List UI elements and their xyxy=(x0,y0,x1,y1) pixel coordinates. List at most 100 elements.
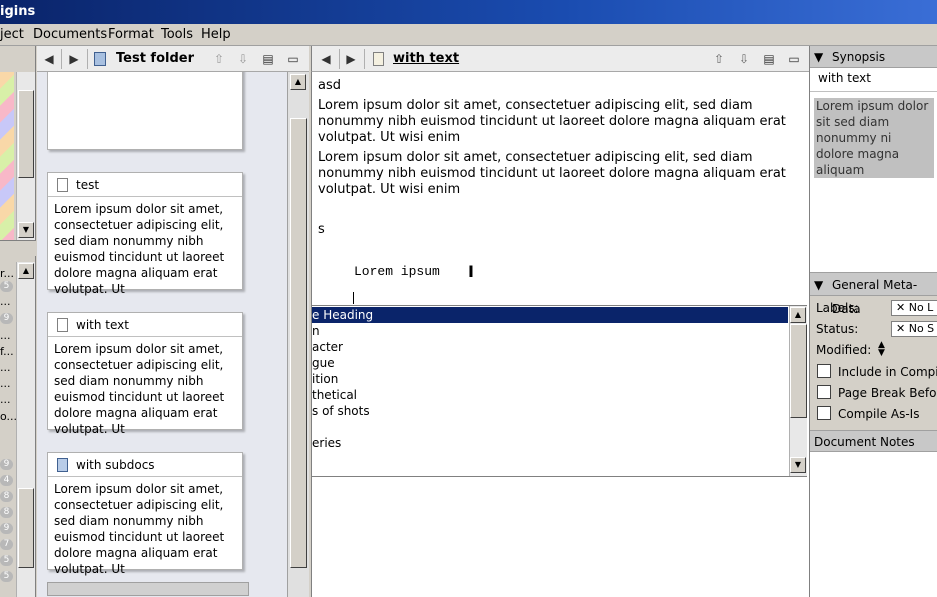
compile-as-is-checkbox[interactable] xyxy=(817,406,831,420)
binder-count-badge: 8 xyxy=(0,507,13,518)
scroll-down-icon[interactable]: ▼ xyxy=(790,457,806,473)
corkboard-folder-title[interactable]: Test folder xyxy=(116,51,194,66)
title-bar: igins xyxy=(0,0,937,24)
scroll-up-icon[interactable]: ▲ xyxy=(290,74,306,90)
document-icon xyxy=(57,178,68,192)
menu-help[interactable]: Help xyxy=(201,27,231,42)
binder-item[interactable]: o... xyxy=(0,410,17,423)
labels-dropdown[interactable]: ✕ No L xyxy=(891,300,937,316)
editor-document-title[interactable]: with text xyxy=(393,51,459,66)
editor-text-line: Lorem ipsum dolor sit amet, consectetuer… xyxy=(318,150,753,165)
document-icon xyxy=(373,52,384,66)
back-arrow-icon[interactable]: ◀ xyxy=(41,51,57,67)
scroll-up-icon[interactable]: ▲ xyxy=(790,307,806,323)
synopsis-header[interactable]: ▼ Synopsis xyxy=(810,46,937,68)
split-horizontal-icon[interactable]: ▤ xyxy=(260,51,276,67)
binder-divider[interactable] xyxy=(0,240,36,256)
popup-item[interactable]: eries xyxy=(312,435,788,451)
forward-arrow-icon[interactable]: ▶ xyxy=(343,51,359,67)
index-card[interactable] xyxy=(47,72,243,150)
card-title[interactable]: with subdocs xyxy=(48,453,242,477)
labels-label: Labels: xyxy=(816,301,859,315)
include-in-compile-checkbox[interactable] xyxy=(817,364,831,378)
popup-item[interactable]: e Heading xyxy=(312,307,788,323)
popup-scrollbar[interactable]: ▲ ▼ xyxy=(789,306,807,476)
down-arrow-icon[interactable]: ⇩ xyxy=(736,51,752,67)
menu-project[interactable]: ject xyxy=(0,27,24,42)
include-in-compile-label: Include in Compile xyxy=(838,365,937,379)
page-break-before-checkbox[interactable] xyxy=(817,385,831,399)
status-label: Status: xyxy=(816,322,859,336)
binder-strip: ▼ ▲ r... 5 ... 9 ... f... ... ... ... o.… xyxy=(0,46,36,597)
modified-label: Modified: xyxy=(816,343,872,357)
synopsis-title-field[interactable]: with text xyxy=(810,68,937,92)
card-synopsis[interactable]: Lorem ipsum dolor sit amet, consectetuer… xyxy=(48,197,242,301)
index-card[interactable] xyxy=(47,582,249,596)
editor-text-line: nonummy nibh euismod tincidunt ut laoree… xyxy=(318,166,786,181)
header-separator xyxy=(339,49,340,69)
index-card[interactable]: test Lorem ipsum dolor sit amet, consect… xyxy=(47,172,243,296)
scroll-down-icon[interactable]: ▼ xyxy=(18,222,34,238)
binder-color-swatches xyxy=(0,72,14,252)
synopsis-text-area[interactable]: Lorem ipsum dolor sit sed diam nonummy n… xyxy=(810,92,937,274)
popup-item[interactable]: thetical xyxy=(312,387,788,403)
synopsis-text: Lorem ipsum dolor sit sed diam nonummy n… xyxy=(814,98,934,178)
popup-item[interactable]: acter xyxy=(312,339,788,355)
modified-stepper-icon[interactable]: ▲ ▼ xyxy=(878,341,885,358)
binder-count-badge: 5 xyxy=(0,555,13,566)
document-notes-area[interactable] xyxy=(810,452,937,597)
meta-data-header[interactable]: ▼ General Meta-Data xyxy=(810,272,937,316)
binder-item[interactable]: r... xyxy=(0,267,14,280)
popup-scroll-thumb[interactable] xyxy=(790,324,807,418)
popup-item[interactable]: n xyxy=(312,323,788,339)
collapse-triangle-icon[interactable]: ▼ xyxy=(814,46,823,68)
collapse-triangle-icon[interactable]: ▼ xyxy=(814,273,823,297)
popup-item[interactable]: gue xyxy=(312,355,788,371)
binder-item[interactable]: ... xyxy=(0,329,11,342)
binder-item[interactable]: ... xyxy=(0,361,11,374)
menu-documents[interactable]: Documents xyxy=(33,27,107,42)
card-synopsis[interactable]: Lorem ipsum dolor sit amet, consectetuer… xyxy=(48,337,242,441)
up-arrow-icon[interactable]: ⇧ xyxy=(211,51,227,67)
header-separator xyxy=(87,49,88,69)
binder-item[interactable]: ... xyxy=(0,377,11,390)
card-title[interactable]: test xyxy=(48,173,242,197)
split-close-icon[interactable]: ▭ xyxy=(285,51,301,67)
forward-arrow-icon[interactable]: ▶ xyxy=(66,51,82,67)
binder-item[interactable]: ... xyxy=(0,393,11,406)
corkboard-scrollbar[interactable]: ▲ xyxy=(287,72,309,597)
index-card[interactable]: with subdocs Lorem ipsum dolor sit amet,… xyxy=(47,452,243,576)
format-popup-list[interactable]: e Heading n acter gue ition thetical s o… xyxy=(311,305,807,477)
card-title-text: test xyxy=(76,178,100,192)
menu-bar: ject Documents Format Tools Help xyxy=(0,24,937,46)
corkboard-scroll-thumb[interactable] xyxy=(290,118,307,568)
header-separator xyxy=(61,49,62,69)
card-synopsis[interactable]: Lorem ipsum dolor sit amet, consectetuer… xyxy=(48,477,242,581)
up-arrow-icon[interactable]: ⇧ xyxy=(711,51,727,67)
document-notes-header[interactable]: Document Notes xyxy=(810,430,937,452)
binder-bottom-scrollbar[interactable]: ▲ xyxy=(16,262,35,597)
synopsis-label: Synopsis xyxy=(832,50,886,64)
split-close-icon[interactable]: ▭ xyxy=(786,51,802,67)
menu-format[interactable]: Format xyxy=(108,27,154,42)
binder-count-badge: 7 xyxy=(0,539,13,550)
scroll-up-icon[interactable]: ▲ xyxy=(18,263,34,279)
index-card[interactable]: with text Lorem ipsum dolor sit amet, co… xyxy=(47,312,243,436)
popup-item[interactable]: s of shots xyxy=(312,403,788,419)
binder-count-badge: 9 xyxy=(0,459,13,470)
back-arrow-icon[interactable]: ◀ xyxy=(318,51,334,67)
binder-item[interactable]: ... xyxy=(0,295,11,308)
binder-top-scrollbar[interactable]: ▼ xyxy=(16,72,35,240)
split-horizontal-icon[interactable]: ▤ xyxy=(761,51,777,67)
status-value: No S xyxy=(908,322,935,335)
down-arrow-icon[interactable]: ⇩ xyxy=(235,51,251,67)
menu-tools[interactable]: Tools xyxy=(161,27,193,42)
status-dropdown[interactable]: ✕ No S xyxy=(891,321,937,337)
popup-item[interactable] xyxy=(312,419,788,435)
binder-top-scroll-thumb[interactable] xyxy=(18,90,34,178)
binder-bottom-scroll-thumb[interactable] xyxy=(18,488,34,568)
editor-text-line: volutpat. Ut wisi enim xyxy=(318,182,461,197)
popup-item[interactable]: ition xyxy=(312,371,788,387)
card-title[interactable]: with text xyxy=(48,313,242,337)
binder-item[interactable]: f... xyxy=(0,345,14,358)
